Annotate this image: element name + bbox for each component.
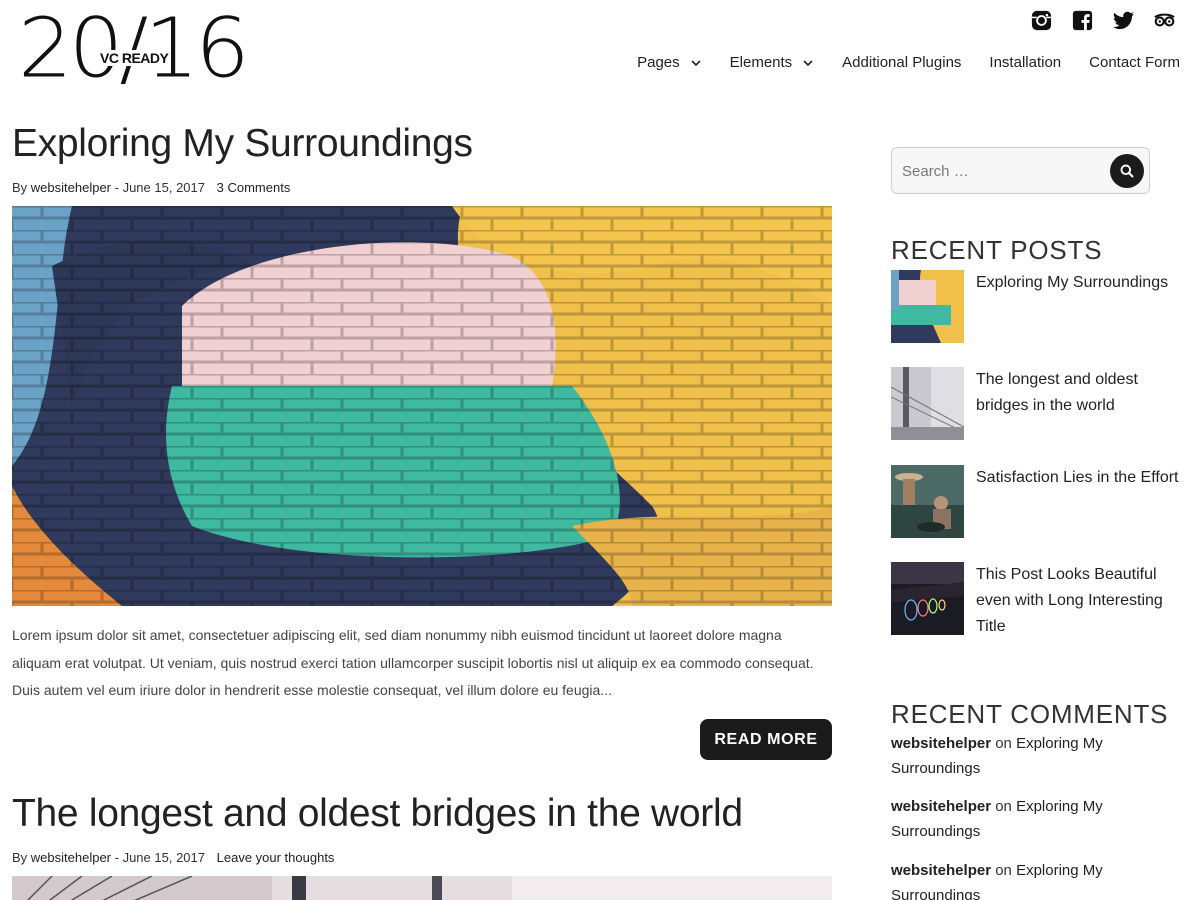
nav-item-elements[interactable]: Elements	[730, 54, 815, 71]
comment-on: on	[995, 798, 1012, 815]
facebook-icon[interactable]	[1071, 9, 1094, 32]
recent-comment-item: websitehelper on Exploring My Surroundin…	[891, 794, 1131, 844]
recent-comment-item: websitehelper on Exploring My Surroundin…	[891, 731, 1131, 781]
nav-label: Additional Plugins	[842, 54, 962, 71]
search-button[interactable]	[1110, 154, 1144, 188]
search-form	[891, 147, 1150, 194]
widget-title-recent-posts: RECENT POSTS	[891, 235, 1103, 265]
recent-post-thumbnail[interactable]	[891, 270, 964, 343]
nav-item-contact-form[interactable]: Contact Form	[1089, 54, 1180, 71]
recent-post-title[interactable]: Satisfaction Lies in the Effort	[976, 465, 1191, 491]
post-excerpt: Lorem ipsum dolor sit amet, consectetuer…	[12, 627, 814, 698]
nav-label: Installation	[989, 54, 1062, 71]
logo-tagline: VC READY	[98, 50, 171, 66]
search-icon	[1120, 164, 1134, 178]
nav-item-pages[interactable]: Pages	[637, 54, 702, 71]
comment-author[interactable]: websitehelper	[891, 735, 991, 752]
recent-post-item[interactable]: The longest and oldest bridges in the wo…	[891, 367, 1191, 441]
nav-item-installation[interactable]: Installation	[989, 54, 1061, 71]
site-logo[interactable]: 20/16 VC READY	[18, 8, 258, 98]
recent-comment-item: websitehelper on Exploring My Surroundin…	[891, 858, 1131, 900]
recent-post-item[interactable]: Satisfaction Lies in the Effort	[891, 465, 1191, 539]
comments-link[interactable]: 3 Comments	[217, 180, 291, 195]
post-meta: By websitehelper - June 15, 2017 3 Comme…	[12, 180, 290, 195]
nav-label: Pages	[637, 54, 680, 71]
author-link[interactable]: websitehelper	[31, 850, 111, 865]
post-featured-image[interactable]	[12, 206, 832, 606]
logo-text: 20/16	[18, 1, 250, 97]
comment-on: on	[995, 735, 1012, 752]
recent-post-title[interactable]: This Post Looks Beautiful even with Long…	[976, 562, 1191, 640]
post-featured-image[interactable]	[12, 876, 832, 900]
recent-post-thumbnail[interactable]	[891, 465, 964, 538]
post-title[interactable]: The longest and oldest bridges in the wo…	[12, 792, 743, 836]
author-link[interactable]: websitehelper	[31, 180, 111, 195]
nav-label: Contact Form	[1089, 54, 1180, 71]
comment-on: on	[995, 862, 1012, 879]
instagram-icon[interactable]	[1030, 9, 1053, 32]
recent-post-title[interactable]: Exploring My Surroundings	[976, 270, 1191, 296]
social-links	[1030, 9, 1176, 32]
tripadvisor-icon[interactable]	[1153, 9, 1176, 32]
read-more-button[interactable]: READ MORE	[700, 719, 832, 760]
main-nav: Pages Elements Additional Plugins Instal…	[637, 54, 1180, 71]
twitter-icon[interactable]	[1112, 9, 1135, 32]
recent-post-thumbnail[interactable]	[891, 562, 964, 635]
nav-item-additional-plugins[interactable]: Additional Plugins	[842, 54, 961, 71]
post-title[interactable]: Exploring My Surroundings	[12, 122, 473, 166]
nav-label: Elements	[729, 54, 793, 71]
meta-by: By	[12, 180, 28, 195]
comment-author[interactable]: websitehelper	[891, 862, 991, 879]
comments-link[interactable]: Leave your thoughts	[217, 850, 335, 865]
search-input[interactable]	[902, 158, 1102, 184]
comment-author[interactable]: websitehelper	[891, 798, 991, 815]
post-meta: By websitehelper - June 15, 2017 Leave y…	[12, 850, 334, 865]
recent-post-thumbnail[interactable]	[891, 367, 964, 440]
recent-post-title[interactable]: The longest and oldest bridges in the wo…	[976, 367, 1191, 419]
recent-post-item[interactable]: Exploring My Surroundings	[891, 270, 1191, 344]
widget-title-recent-comments: RECENT COMMENTS	[891, 699, 1169, 729]
post-date[interactable]: - June 15, 2017	[115, 180, 205, 195]
recent-post-item[interactable]: This Post Looks Beautiful even with Long…	[891, 562, 1191, 636]
chevron-down-icon	[802, 57, 814, 69]
meta-by: By	[12, 850, 28, 865]
chevron-down-icon	[690, 57, 702, 69]
post-date[interactable]: - June 15, 2017	[115, 850, 205, 865]
